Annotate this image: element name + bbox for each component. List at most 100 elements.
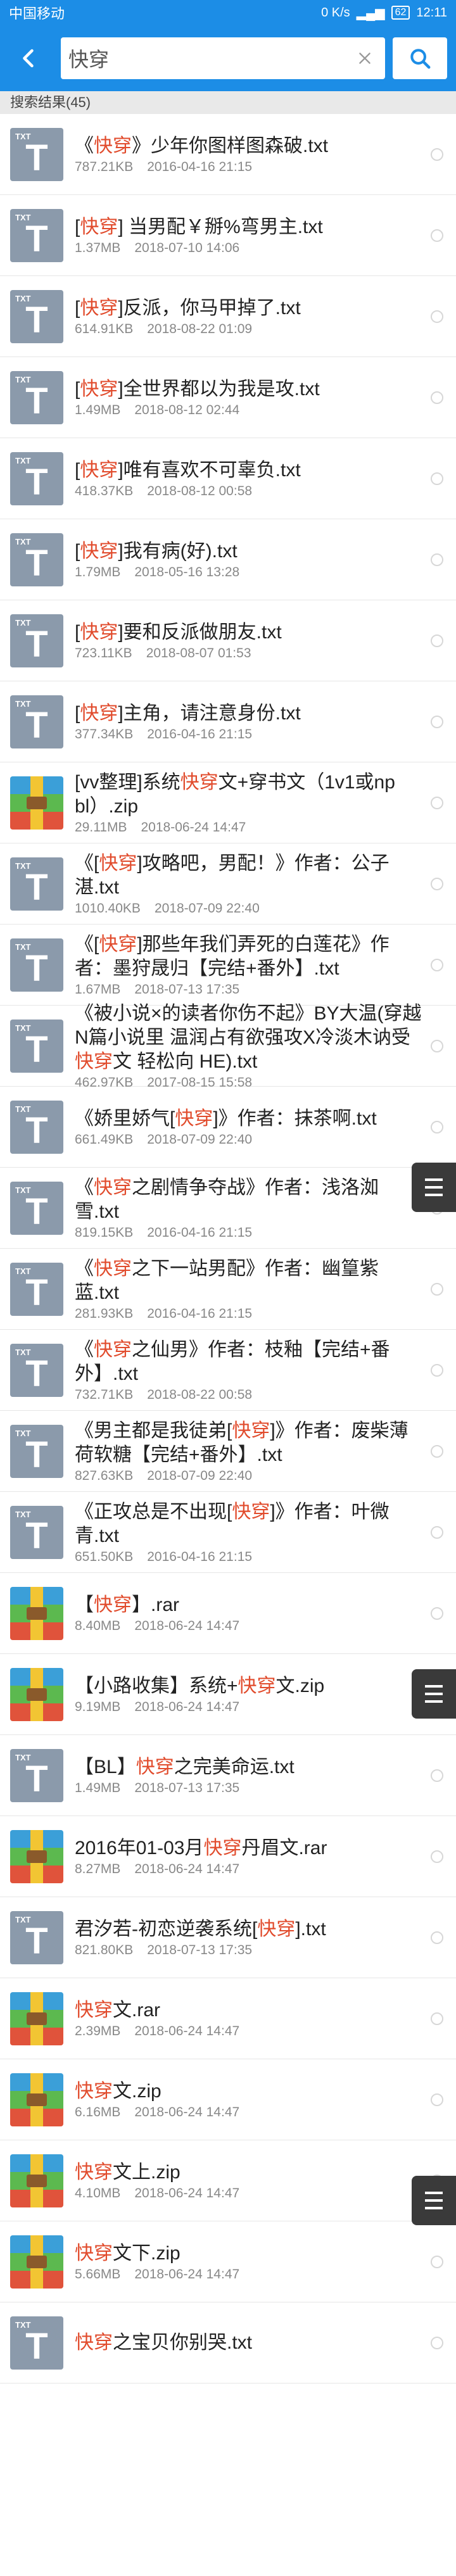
select-radio[interactable] bbox=[431, 1850, 443, 1863]
floating-menu-button[interactable] bbox=[412, 1163, 456, 1212]
floating-menu-button[interactable] bbox=[412, 2176, 456, 2225]
select-radio[interactable] bbox=[431, 391, 443, 404]
select-radio[interactable] bbox=[431, 1039, 443, 1052]
select-radio[interactable] bbox=[431, 1607, 443, 1620]
file-size: 661.49KB bbox=[75, 1132, 134, 1147]
item-content: 快穿文.zip 6.16MB 2018-06-24 14:47 bbox=[75, 2080, 456, 2120]
file-name: [快穿]反派，你马甲掉了.txt bbox=[75, 296, 422, 320]
list-item[interactable]: TXT T [快穿] 当男配￥掰%弯男主.txt 1.37MB 2018-07-10 1… bbox=[0, 195, 456, 276]
search-input[interactable] bbox=[67, 46, 351, 71]
list-item[interactable]: TXT T 《正攻总是不出现[快穿]》作者：叶微青.txt 651.50KB 2016-… bbox=[0, 1492, 456, 1573]
select-radio[interactable] bbox=[431, 2093, 443, 2106]
list-item[interactable]: 快穿文下.zip 5.66MB 2018-06-24 14:47 bbox=[0, 2221, 456, 2302]
list-item[interactable]: 2016年01-03月快穿丹眉文.rar 8.27MB 2018-06-24 14:… bbox=[0, 1816, 456, 1897]
floating-menu-button[interactable] bbox=[412, 1669, 456, 1719]
select-radio[interactable] bbox=[431, 2336, 443, 2349]
text-file-icon: TXT T bbox=[10, 370, 63, 424]
archive-file-icon bbox=[10, 2073, 63, 2126]
file-size: 821.80KB bbox=[75, 1942, 134, 1957]
select-radio[interactable] bbox=[431, 553, 443, 566]
file-date: 2018-07-09 22:40 bbox=[154, 900, 260, 916]
back-button[interactable] bbox=[9, 38, 49, 79]
text-file-icon: TXT T bbox=[10, 695, 63, 748]
list-item[interactable]: TXT T [快穿]我有病(好).txt 1.79MB 2018-05-16 13:28 bbox=[0, 519, 456, 600]
file-name-part: 《 bbox=[75, 1177, 94, 1198]
list-item[interactable]: TXT T [快穿]全世界都以为我是攻.txt 1.49MB 2018-08-12 02… bbox=[0, 357, 456, 438]
text-file-icon: TXT T bbox=[10, 1262, 63, 1316]
file-date: 2018-06-24 14:47 bbox=[134, 2104, 240, 2119]
file-size: 732.71KB bbox=[75, 1387, 134, 1402]
select-radio[interactable] bbox=[431, 1525, 443, 1539]
list-item[interactable]: TXT T 《娇里娇气[快穿]》作者：抹茶啊.txt 661.49KB 2018-07-… bbox=[0, 1087, 456, 1168]
file-name-part: 2016年01-03月 bbox=[75, 1837, 204, 1859]
status-bar: 中国移动 0 K/s ▂▄▆ 62 12:11 bbox=[0, 0, 456, 25]
select-radio[interactable] bbox=[431, 1363, 443, 1377]
file-name: 快穿之宝贝你别哭.txt bbox=[75, 2331, 422, 2355]
file-size: 29.11MB bbox=[75, 819, 127, 835]
select-radio[interactable] bbox=[431, 2255, 443, 2268]
file-date: 2016-04-16 21:15 bbox=[147, 726, 253, 742]
list-item[interactable]: 快穿文.rar 2.39MB 2018-06-24 14:47 bbox=[0, 1978, 456, 2059]
search-toolbar bbox=[0, 25, 456, 91]
list-item[interactable]: TXT T 【BL】快穿之完美命运.txt 1.49MB 2018-07-13 17:3… bbox=[0, 1735, 456, 1816]
close-icon bbox=[359, 53, 370, 64]
item-content: 快穿文上.zip 4.10MB 2018-06-24 14:47 bbox=[75, 2161, 456, 2201]
select-radio[interactable] bbox=[431, 310, 443, 323]
list-item[interactable]: TXT T 君汐若-初恋逆袭系统[快穿].txt 821.80KB 2018-07-13… bbox=[0, 1897, 456, 1978]
select-radio[interactable] bbox=[431, 472, 443, 485]
search-button[interactable] bbox=[393, 37, 447, 79]
file-name-part: 《 bbox=[75, 135, 94, 156]
list-item[interactable]: TXT T 《男主都是我徒弟[快穿]》作者：废柴薄荷软糖【完结+番外】.txt 827… bbox=[0, 1411, 456, 1492]
keyword-highlight: 快穿 bbox=[232, 1501, 270, 1522]
select-radio[interactable] bbox=[431, 796, 443, 809]
select-radio[interactable] bbox=[431, 634, 443, 647]
file-name-part: 文.zip bbox=[113, 2080, 162, 2102]
keyword-highlight: 快穿 bbox=[136, 1756, 174, 1777]
list-item[interactable]: TXT T [快穿]要和反派做朋友.txt 723.11KB 2018-08-07 01… bbox=[0, 600, 456, 681]
file-meta: 1.49MB 2018-07-13 17:35 bbox=[75, 1781, 422, 1796]
item-content: 《被小说×的读者你伤不起》BY大温(穿越N篇小说里 温润占有欲强攻X冷淡木讷受 … bbox=[75, 1002, 456, 1090]
file-name-part: ]唯有喜欢不可辜负.txt bbox=[118, 459, 301, 481]
file-meta: 732.71KB 2018-08-22 00:58 bbox=[75, 1387, 422, 1403]
list-item[interactable]: TXT T 快穿之宝贝你别哭.txt bbox=[0, 2302, 456, 2383]
list-item[interactable]: TXT T 《快穿之下一站男配》作者：幽篁紫蓝.txt 281.93KB 2016-04… bbox=[0, 1249, 456, 1330]
keyword-highlight: 快穿 bbox=[94, 1339, 132, 1360]
list-item[interactable]: TXT T [快穿]主角，请注意身份.txt 377.34KB 2016-04-16 2… bbox=[0, 681, 456, 762]
file-size: 1010.40KB bbox=[75, 900, 141, 916]
file-meta: 8.40MB 2018-06-24 14:47 bbox=[75, 1619, 422, 1634]
file-name: 《[快穿]那些年我们弄死的白莲花》作者：墨狩晟归【完结+番外】.txt bbox=[75, 933, 422, 981]
list-item[interactable]: TXT T 《快穿之仙男》作者：枝釉【完结+番外】.txt 732.71KB 2018-… bbox=[0, 1330, 456, 1411]
file-name: 《快穿之剧情争夺战》作者：浅洛洳雪.txt bbox=[75, 1176, 422, 1224]
list-item[interactable]: TXT T 《快穿》少年你图样图森破.txt 787.21KB 2016-04-16 2… bbox=[0, 114, 456, 195]
select-radio[interactable] bbox=[431, 715, 443, 728]
list-item[interactable]: TXT T [快穿]反派，你马甲掉了.txt 614.91KB 2018-08-22 0… bbox=[0, 276, 456, 357]
select-radio[interactable] bbox=[431, 1282, 443, 1296]
list-item[interactable]: TXT T 《[快穿]那些年我们弄死的白莲花》作者：墨狩晟归【完结+番外】.txt 1… bbox=[0, 925, 456, 1006]
list-item[interactable]: 快穿文上.zip 4.10MB 2018-06-24 14:47 bbox=[0, 2140, 456, 2221]
archive-file-icon bbox=[10, 1586, 63, 1640]
file-name-part: 《被小说×的读者你伤不起》BY大温(穿越N篇小说里 温润占有欲强攻X冷淡木讷受 bbox=[75, 1002, 422, 1048]
list-item[interactable]: TXT T [快穿]唯有喜欢不可辜负.txt 418.37KB 2018-08-12 0… bbox=[0, 438, 456, 519]
select-radio[interactable] bbox=[431, 1120, 443, 1133]
select-radio[interactable] bbox=[431, 229, 443, 242]
select-radio[interactable] bbox=[431, 1769, 443, 1782]
select-radio[interactable] bbox=[431, 148, 443, 161]
clear-search-button[interactable] bbox=[351, 44, 379, 72]
select-radio[interactable] bbox=[431, 1931, 443, 1944]
list-item[interactable]: 【小路收集】系统+快穿文.zip 9.19MB 2018-06-24 14:47 bbox=[0, 1654, 456, 1735]
file-name: 《被小说×的读者你伤不起》BY大温(穿越N篇小说里 温润占有欲强攻X冷淡木讷受 … bbox=[75, 1002, 422, 1074]
file-size: 4.10MB bbox=[75, 2185, 121, 2200]
select-radio[interactable] bbox=[431, 2012, 443, 2025]
list-item[interactable]: TXT T 《[快穿]攻略吧，男配！》作者：公子湛.txt 1010.40KB 2018… bbox=[0, 843, 456, 925]
list-item[interactable]: TXT T 《快穿之剧情争夺战》作者：浅洛洳雪.txt 819.15KB 2016-04… bbox=[0, 1168, 456, 1249]
select-radio[interactable] bbox=[431, 1444, 443, 1458]
list-item[interactable]: 快穿文.zip 6.16MB 2018-06-24 14:47 bbox=[0, 2059, 456, 2140]
select-radio[interactable] bbox=[431, 877, 443, 890]
list-item[interactable]: TXT T 《被小说×的读者你伤不起》BY大温(穿越N篇小说里 温润占有欲强攻X冷淡… bbox=[0, 1003, 456, 1090]
select-radio[interactable] bbox=[431, 958, 443, 971]
list-item[interactable]: [vv整理]系统快穿文+穿书文（1v1或np bl）.zip 29.11MB 201… bbox=[0, 762, 456, 843]
file-date: 2018-08-07 01:53 bbox=[146, 645, 251, 660]
list-item[interactable]: 【快穿】.rar 8.40MB 2018-06-24 14:47 bbox=[0, 1573, 456, 1654]
item-content: [快穿]我有病(好).txt 1.79MB 2018-05-16 13:28 bbox=[75, 540, 456, 580]
item-content: 2016年01-03月快穿丹眉文.rar 8.27MB 2018-06-24 14:… bbox=[75, 1836, 456, 1877]
